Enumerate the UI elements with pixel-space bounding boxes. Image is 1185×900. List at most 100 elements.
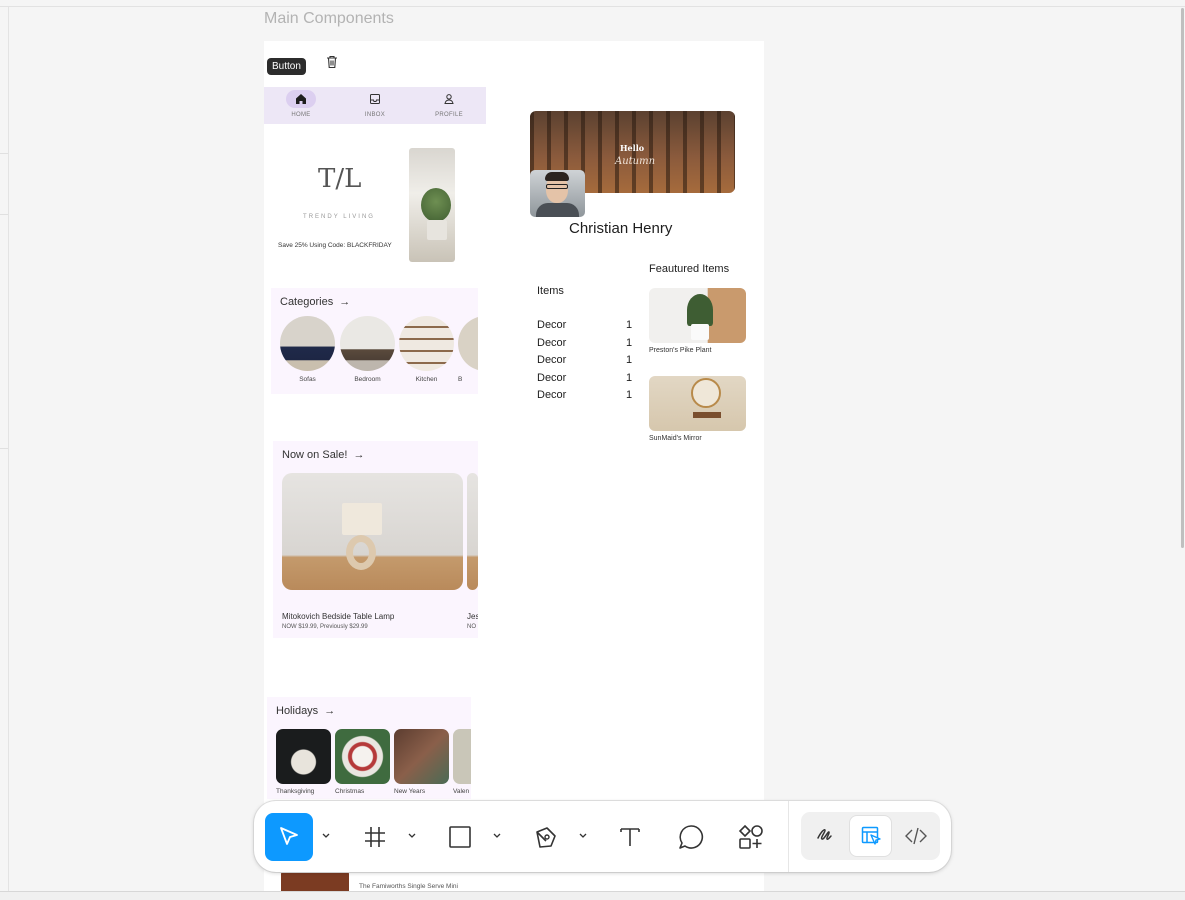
category-image bbox=[340, 316, 395, 371]
cursor-icon bbox=[280, 827, 298, 845]
left-panel-edge bbox=[0, 7, 9, 891]
section-title-text: Holidays bbox=[276, 705, 319, 717]
nav-label: HOME bbox=[291, 112, 311, 118]
shape-tool-menu[interactable] bbox=[492, 831, 502, 841]
product-image bbox=[281, 871, 349, 891]
assets-icon bbox=[738, 824, 763, 849]
holiday-image bbox=[453, 729, 471, 784]
featured-image bbox=[649, 288, 746, 343]
categories-section: Categories → Sofas Bedroom Kitchen B bbox=[271, 288, 478, 394]
bottom-nav: HOME INBOX PROFILE bbox=[264, 87, 486, 124]
list-item[interactable]: Decor 1 bbox=[537, 389, 637, 407]
section-title-text: Now on Sale! bbox=[282, 449, 348, 461]
rectangle-tool-button[interactable] bbox=[436, 813, 484, 861]
arrow-right-icon: → bbox=[324, 705, 336, 717]
nav-item-home[interactable]: HOME bbox=[264, 87, 338, 124]
chevron-down-icon bbox=[493, 833, 501, 838]
item-name: Decor bbox=[537, 336, 567, 349]
banner-autumn: Autumn bbox=[615, 156, 656, 167]
holiday-item[interactable]: Thanksgiving bbox=[276, 729, 331, 795]
pen-tool-button[interactable] bbox=[522, 813, 570, 861]
nav-item-profile[interactable]: PROFILE bbox=[412, 87, 486, 124]
sale-card[interactable]: Jes NO bbox=[467, 473, 478, 630]
category-item[interactable]: Sofas bbox=[280, 316, 335, 383]
move-tool-button[interactable] bbox=[265, 813, 313, 861]
holidays-title[interactable]: Holidays → bbox=[276, 705, 335, 717]
code-icon bbox=[904, 827, 927, 845]
panel-divider bbox=[0, 214, 8, 215]
featured-item[interactable]: SunMaid's Mirror bbox=[649, 376, 746, 442]
brand-logo: T/L TRENDY LIVING bbox=[294, 164, 384, 234]
panel-divider bbox=[0, 153, 8, 154]
promo-banner[interactable]: T/L TRENDY LIVING Save 25% Using Code: B… bbox=[274, 136, 484, 271]
list-item[interactable]: Decor 1 bbox=[537, 372, 637, 390]
featured-label: Preston's Pike Plant bbox=[649, 347, 712, 354]
list-item[interactable]: Decor 1 bbox=[537, 319, 637, 337]
bottom-toolbar bbox=[254, 801, 951, 872]
frame-title[interactable]: Main Components bbox=[264, 10, 394, 28]
avatar[interactable] bbox=[530, 170, 585, 217]
promo-code-text: Save 25% Using Code: BLACKFRIDAY bbox=[278, 242, 392, 249]
list-item[interactable]: Decor 1 bbox=[537, 337, 637, 354]
draw-mode-button[interactable] bbox=[805, 816, 846, 856]
frame-tool-button[interactable] bbox=[351, 813, 399, 861]
category-image bbox=[280, 316, 335, 371]
design-mode-button[interactable] bbox=[850, 816, 891, 856]
category-label: Kitchen bbox=[415, 376, 438, 383]
nav-item-inbox[interactable]: INBOX bbox=[338, 87, 412, 124]
comment-icon bbox=[679, 825, 704, 849]
arrow-right-icon: → bbox=[339, 296, 351, 308]
pen-tool-menu[interactable] bbox=[578, 831, 588, 841]
assets-tool-button[interactable] bbox=[727, 813, 775, 861]
sale-title[interactable]: Now on Sale! → bbox=[282, 449, 364, 461]
holiday-item[interactable]: Christmas bbox=[335, 729, 390, 795]
frame-tool-menu[interactable] bbox=[407, 831, 417, 841]
featured-image bbox=[649, 376, 746, 431]
pen-icon bbox=[536, 827, 556, 848]
holidays-section: Holidays → Thanksgiving Christmas New Yea… bbox=[267, 697, 471, 799]
sale-image bbox=[467, 473, 478, 590]
chevron-down-icon bbox=[408, 833, 416, 838]
nav-label: PROFILE bbox=[435, 112, 463, 118]
item-qty: 1 bbox=[626, 319, 633, 331]
selection-tag: Button bbox=[267, 58, 306, 75]
sale-item-price: NO bbox=[467, 624, 476, 630]
holiday-item[interactable]: Valen bbox=[453, 729, 471, 795]
promo-image bbox=[409, 148, 455, 262]
items-title: Items bbox=[537, 285, 564, 297]
category-item[interactable]: Bedroom bbox=[340, 316, 395, 383]
holiday-label: New Years bbox=[394, 788, 426, 795]
sale-image bbox=[282, 473, 463, 590]
category-item[interactable]: B bbox=[458, 316, 478, 383]
holiday-label: Valen bbox=[453, 788, 470, 795]
items-list: Decor 1 Decor 1 Decor 1 Decor 1 Decor 1 bbox=[537, 319, 637, 407]
trash-icon[interactable] bbox=[326, 55, 338, 69]
item-name: Decor bbox=[537, 353, 567, 366]
item-name: Decor bbox=[537, 389, 567, 401]
product-subtitle: The Famiworths Single Serve Mini bbox=[359, 883, 458, 890]
profile-icon bbox=[434, 90, 464, 108]
sale-item-price: NOW $19.99, Previously $29.99 bbox=[282, 624, 368, 630]
comment-tool-button[interactable] bbox=[667, 813, 715, 861]
item-name: Decor bbox=[537, 371, 567, 384]
item-qty: 1 bbox=[626, 389, 633, 401]
category-label: B bbox=[458, 376, 463, 383]
featured-item[interactable]: Preston's Pike Plant bbox=[649, 288, 746, 354]
category-item[interactable]: Kitchen bbox=[399, 316, 454, 383]
holiday-image bbox=[394, 729, 449, 784]
dev-mode-button[interactable] bbox=[895, 816, 936, 856]
move-tool-menu[interactable] bbox=[321, 831, 331, 841]
banner-hello: Hello bbox=[620, 143, 645, 153]
mode-switcher bbox=[801, 812, 940, 860]
holiday-item[interactable]: New Years bbox=[394, 729, 449, 795]
text-tool-button[interactable] bbox=[606, 813, 654, 861]
sale-item-name: Mitokovich Bedside Table Lamp bbox=[282, 612, 395, 621]
holiday-label: Thanksgiving bbox=[276, 788, 315, 795]
sale-section: Now on Sale! → Mitokovich Bedside Table L… bbox=[273, 441, 478, 638]
sale-card[interactable]: Mitokovich Bedside Table Lamp NOW $19.99… bbox=[282, 473, 463, 630]
list-item[interactable]: Decor 1 bbox=[537, 354, 637, 372]
categories-title[interactable]: Categories → bbox=[280, 296, 350, 308]
main-components-frame[interactable]: Button HOME INBOX PROFILE T/L TRENDY LIV… bbox=[264, 41, 764, 891]
canvas-scrollbar[interactable] bbox=[1181, 8, 1184, 548]
chevron-down-icon bbox=[322, 833, 330, 838]
